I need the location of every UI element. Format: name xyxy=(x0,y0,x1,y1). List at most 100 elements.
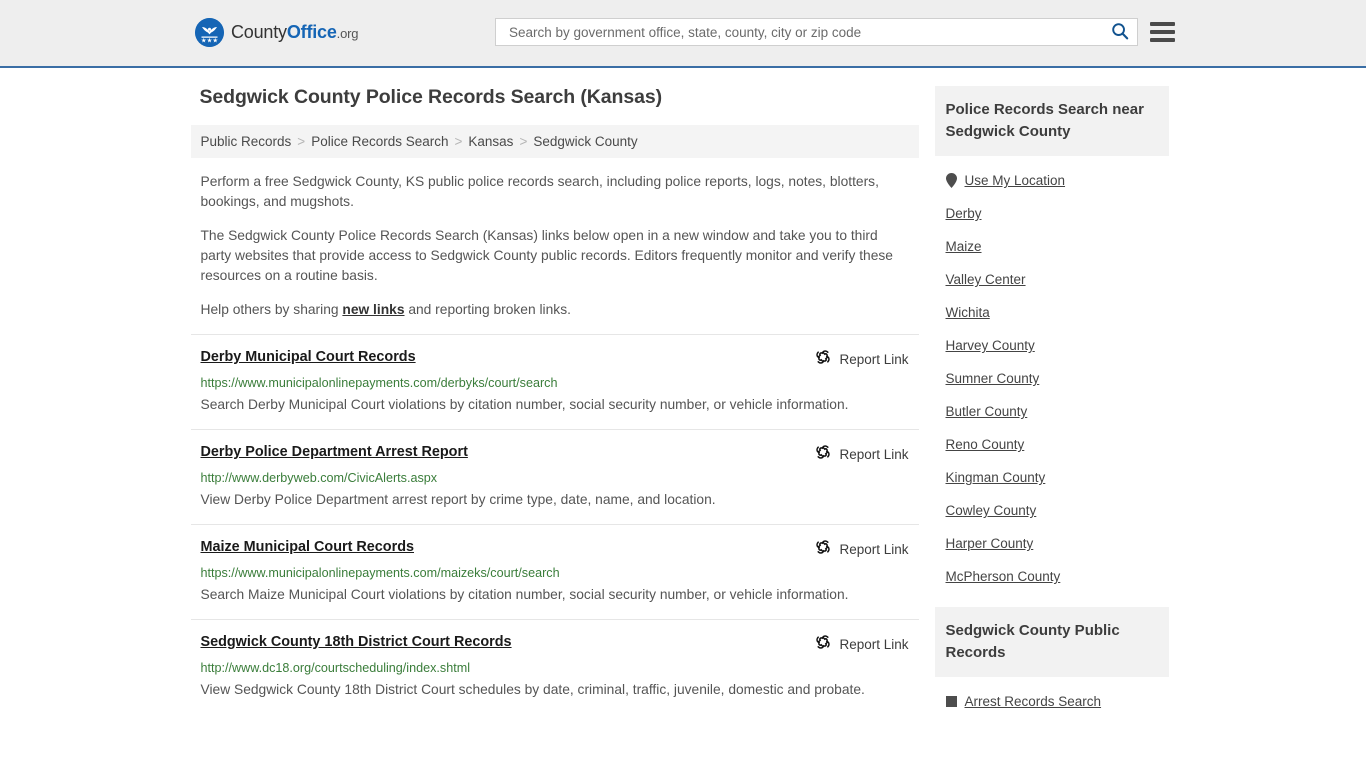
intro-paragraph-2: The Sedgwick County Police Records Searc… xyxy=(200,228,893,283)
result-description: View Derby Police Department arrest repo… xyxy=(200,492,716,507)
result-header: Derby Municipal Court Records Report Link xyxy=(201,348,909,370)
result-title-link[interactable]: Maize Municipal Court Records xyxy=(201,538,415,556)
result-description: Search Derby Municipal Court violations … xyxy=(200,397,849,412)
sidebar-nearby-link[interactable]: Harper County xyxy=(935,527,1169,560)
result-item: Derby Municipal Court Records Report Link… xyxy=(190,334,919,429)
sidebar-nearby-link[interactable]: Cowley County xyxy=(935,494,1169,527)
breadcrumb-item-public-records[interactable]: Public Records xyxy=(201,134,292,149)
svg-text:★★★: ★★★ xyxy=(201,36,218,44)
hamburger-bar xyxy=(1150,30,1175,34)
intro-p3-before: Help others by sharing xyxy=(200,302,343,317)
broken-link-icon xyxy=(815,539,831,560)
breadcrumb-separator: > xyxy=(519,134,528,149)
logo-text-org: .org xyxy=(336,26,359,41)
breadcrumb-item-kansas[interactable]: Kansas xyxy=(468,134,513,149)
breadcrumb-separator: > xyxy=(297,134,306,149)
sidebar-nearby-link-label: Kingman County xyxy=(945,470,1046,485)
hamburger-bar xyxy=(1150,22,1175,26)
result-url: https://www.municipalonlinepayments.com/… xyxy=(200,566,560,580)
sidebar-nearby-link[interactable]: Wichita xyxy=(935,296,1169,329)
report-link-label: Report Link xyxy=(839,637,909,652)
sidebar-nearby-link[interactable]: Harvey County xyxy=(935,329,1169,362)
sidebar-public-records-link[interactable]: Arrest Records Search xyxy=(935,685,1169,718)
report-link-button[interactable]: Report Link xyxy=(815,539,909,560)
page-body: Sedgwick County Police Records Search (K… xyxy=(0,68,1366,720)
new-links-link[interactable]: new links xyxy=(342,302,404,317)
intro-paragraph-1: Perform a free Sedgwick County, KS publi… xyxy=(200,174,879,209)
sidebar-nearby-link-label: Sumner County xyxy=(945,371,1040,386)
sidebar-nearby-link-label: Harper County xyxy=(945,536,1034,551)
sidebar-nearby-link-label: Reno County xyxy=(945,437,1025,452)
result-header: Sedgwick County 18th District Court Reco… xyxy=(201,633,909,655)
sidebar-nearby-link[interactable]: Derby xyxy=(935,197,1169,230)
sidebar: Police Records Search near Sedgwick Coun… xyxy=(934,86,1169,720)
result-title-link[interactable]: Derby Police Department Arrest Report xyxy=(201,443,468,461)
search-bar[interactable] xyxy=(495,18,1138,46)
sidebar-nearby-link-label: Wichita xyxy=(945,305,990,320)
result-title-link[interactable]: Sedgwick County 18th District Court Reco… xyxy=(201,633,512,651)
sidebar-nearby-link[interactable]: McPherson County xyxy=(935,560,1169,593)
site-header: ★★★ CountyOffice.org xyxy=(0,0,1366,68)
sidebar-public-records-title: Sedgwick County Public Records xyxy=(934,607,1169,677)
sidebar-nearby-link[interactable]: Butler County xyxy=(935,395,1169,428)
search-button[interactable] xyxy=(1109,21,1131,43)
result-item: Derby Police Department Arrest Report Rep… xyxy=(190,429,919,524)
result-url: http://www.derbyweb.com/CivicAlerts.aspx xyxy=(200,471,438,485)
intro-paragraph-3: Help others by sharing new links and rep… xyxy=(191,300,919,320)
sidebar-nearby-link[interactable]: Kingman County xyxy=(935,461,1169,494)
sidebar-nearby-title: Police Records Search near Sedgwick Coun… xyxy=(934,86,1169,156)
report-link-label: Report Link xyxy=(839,447,909,462)
breadcrumb-item-police-records-search[interactable]: Police Records Search xyxy=(311,134,448,149)
site-logo[interactable]: ★★★ CountyOffice.org xyxy=(195,18,358,47)
sidebar-nearby-link-label: Butler County xyxy=(945,404,1028,419)
report-link-button[interactable]: Report Link xyxy=(815,349,909,370)
result-item: Sedgwick County 18th District Court Reco… xyxy=(190,619,919,714)
page-title: Sedgwick County Police Records Search (K… xyxy=(199,86,663,108)
result-url: https://www.municipalonlinepayments.com/… xyxy=(200,376,558,390)
sidebar-nearby-links: Use My Location Derby Maize Valley Center W… xyxy=(935,156,1169,595)
report-link-label: Report Link xyxy=(839,352,909,367)
sidebar-nearby-link-label: McPherson County xyxy=(945,569,1061,584)
intro-p3-after: and reporting broken links. xyxy=(404,302,571,317)
eagle-shield-logo-icon: ★★★ xyxy=(195,18,224,47)
logo-text-office: Office xyxy=(286,22,337,42)
result-title-link[interactable]: Derby Municipal Court Records xyxy=(201,348,416,366)
sidebar-public-records-links: Arrest Records Search xyxy=(935,677,1169,720)
sidebar-nearby-link-label: Derby xyxy=(945,206,982,221)
sidebar-nearby-link[interactable]: Reno County xyxy=(935,428,1169,461)
breadcrumb-item-sedgwick-county[interactable]: Sedgwick County xyxy=(533,134,637,149)
sidebar-nearby-link-label: Harvey County xyxy=(945,338,1035,353)
search-icon xyxy=(1111,22,1129,43)
broken-link-icon xyxy=(815,444,831,465)
report-link-button[interactable]: Report Link xyxy=(815,444,909,465)
result-url: http://www.dc18.org/courtscheduling/inde… xyxy=(200,661,471,675)
logo-text-county: County xyxy=(231,22,287,42)
result-description: Search Maize Municipal Court violations … xyxy=(200,587,849,602)
hamburger-menu-icon[interactable] xyxy=(1150,20,1175,44)
hamburger-bar xyxy=(1150,38,1175,42)
sidebar-nearby-link-label: Cowley County xyxy=(945,503,1037,518)
sidebar-nearby-link-label: Maize xyxy=(945,239,982,254)
use-my-location-label: Use My Location xyxy=(964,173,1066,188)
use-my-location-link[interactable]: Use My Location xyxy=(935,164,1169,197)
sidebar-nearby-link[interactable]: Valley Center xyxy=(935,263,1169,296)
result-header: Derby Police Department Arrest Report Rep… xyxy=(201,443,909,465)
breadcrumb: Public Records > Police Records Search >… xyxy=(190,125,919,158)
sidebar-nearby-link[interactable]: Maize xyxy=(935,230,1169,263)
square-bullet-icon xyxy=(945,696,957,707)
result-description: View Sedgwick County 18th District Court… xyxy=(200,682,865,697)
report-link-label: Report Link xyxy=(839,542,909,557)
intro-text: Perform a free Sedgwick County, KS publi… xyxy=(191,172,919,320)
result-header: Maize Municipal Court Records Report Link xyxy=(201,538,909,560)
result-item: Maize Municipal Court Records Report Link… xyxy=(190,524,919,619)
broken-link-icon xyxy=(815,349,831,370)
logo-text: CountyOffice.org xyxy=(231,22,358,43)
results-list: Derby Municipal Court Records Report Link… xyxy=(190,334,919,714)
search-input[interactable] xyxy=(507,23,1109,41)
broken-link-icon xyxy=(815,634,831,655)
sidebar-nearby-link[interactable]: Sumner County xyxy=(935,362,1169,395)
breadcrumb-separator: > xyxy=(454,134,463,149)
sidebar-nearby-link-label: Valley Center xyxy=(945,272,1026,287)
report-link-button[interactable]: Report Link xyxy=(815,634,909,655)
map-pin-icon xyxy=(945,173,957,188)
